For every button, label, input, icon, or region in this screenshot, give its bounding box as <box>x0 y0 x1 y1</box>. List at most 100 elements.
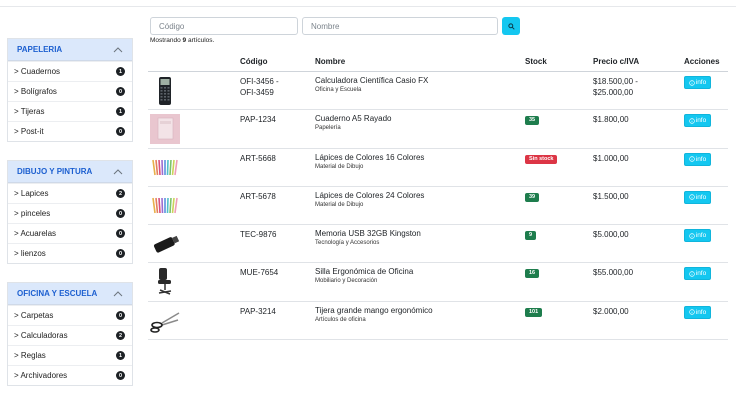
count-badge: 1 <box>116 351 125 360</box>
stock-badge: Sin stock <box>525 154 558 164</box>
product-price: $1.000,00 <box>593 153 629 163</box>
product-category: Papelería <box>315 125 341 132</box>
product-name: Cuaderno A5 Rayado <box>315 114 392 124</box>
product-category: Oficina y Escuela <box>315 87 362 93</box>
header-name: Nombre <box>315 57 346 66</box>
header-price: Precio c/IVA <box>593 57 640 66</box>
info-circle-icon <box>689 271 695 277</box>
table-row: ART-5668 Lápices de Colores 16 Colores Ma… <box>148 149 728 187</box>
calculator-image <box>159 77 171 105</box>
colored-pencils-image <box>152 197 178 213</box>
sidebar-item[interactable]: > Lapices 2 <box>8 183 132 203</box>
category-sidebar: PAPELERIA > Cuadernos 1 > Bolígrafos 0 > T… <box>7 38 133 400</box>
product-name: Memoria USB 32GB Kingston <box>315 229 421 239</box>
product-price: $1.800,00 <box>593 115 629 125</box>
table-row: PAP-3214 Tijera grande mango ergonómico A… <box>148 302 728 341</box>
count-badge: 1 <box>116 107 125 116</box>
sidebar-item[interactable]: > Archivadores 0 <box>8 365 132 385</box>
office-chair-image <box>158 268 172 296</box>
count-badge: 0 <box>116 249 125 258</box>
code-search-input[interactable] <box>150 17 298 35</box>
product-category: Material de Dibujo <box>315 201 364 208</box>
category-papeleria: PAPELERIA > Cuadernos 1 > Bolígrafos 0 > T… <box>7 38 133 142</box>
info-circle-icon <box>689 156 695 162</box>
sidebar-item[interactable]: > pinceles 0 <box>8 203 132 223</box>
info-circle-icon <box>689 194 695 201</box>
notebook-image <box>150 114 180 145</box>
info-button[interactable]: info <box>684 305 711 319</box>
product-name: Calculadora Científica Casio FX <box>315 76 429 85</box>
header-stock: Stock <box>525 57 547 66</box>
info-circle-icon <box>689 79 695 86</box>
info-button[interactable]: info <box>684 229 711 243</box>
sidebar-item[interactable]: > Acuarelas 0 <box>8 223 132 243</box>
product-category: Mobiliario y Decoración <box>315 278 378 285</box>
product-name: Silla Ergonómica de Oficina <box>315 267 414 277</box>
count-badge: 2 <box>116 189 125 198</box>
category-dibujo-y-pintura: DIBUJO Y PINTURA > Lapices 2 > pinceles 0 … <box>7 160 133 264</box>
product-code: ART-5678 <box>240 191 276 201</box>
product-code: ART-5668 <box>240 153 276 163</box>
chevron-up-icon <box>113 168 123 174</box>
info-circle-icon <box>689 232 695 239</box>
table-header: Código Nombre Stock Precio c/IVA Accione… <box>148 52 728 72</box>
info-button[interactable]: info <box>684 114 711 128</box>
product-code: OFI-3456 - <box>240 77 279 86</box>
product-code: PAP-1234 <box>240 115 276 125</box>
product-price: $25.000,00 <box>593 88 634 97</box>
count-badge: 0 <box>116 87 125 96</box>
sidebar-item[interactable]: > Bolígrafos 0 <box>8 81 132 101</box>
products-table: Código Nombre Stock Precio c/IVA Accione… <box>148 52 728 341</box>
category-header[interactable]: PAPELERIA <box>8 39 132 61</box>
sidebar-item[interactable]: > Calculadoras 2 <box>8 325 132 345</box>
search-icon <box>507 22 515 30</box>
top-divider <box>0 6 736 7</box>
colored-pencils-image <box>152 159 178 175</box>
count-badge: 0 <box>116 209 125 218</box>
sidebar-item[interactable]: > lienzos 0 <box>8 243 132 263</box>
info-button[interactable]: info <box>684 190 711 204</box>
category-oficina-y-escuela: OFICINA Y ESCUELA > Carpetas 0 > Calculad… <box>7 282 133 386</box>
sidebar-item[interactable]: > Post-it 0 <box>8 121 132 141</box>
product-category: Artículos de oficina <box>315 316 366 323</box>
product-name: Lápices de Colores 16 Colores <box>315 152 425 162</box>
stock-badge: 39 <box>525 192 540 202</box>
product-price: $5.000,00 <box>593 230 629 240</box>
table-row: TEC-9876 Memoria USB 32GB Kingston Tecnol… <box>148 225 728 264</box>
info-circle-icon <box>689 309 695 315</box>
sidebar-item[interactable]: > Carpetas 0 <box>8 305 132 325</box>
table-row: PAP-1234 Cuaderno A5 Rayado Papelería 35 … <box>148 110 728 149</box>
count-badge: 0 <box>116 127 125 136</box>
stock-badge: 35 <box>525 116 540 126</box>
product-code: MUE-7654 <box>240 268 279 278</box>
product-category: Tecnología y Accesorios <box>315 240 380 247</box>
product-price: $1.500,00 <box>593 191 629 201</box>
table-row: MUE-7654 Silla Ergonómica de Oficina Mobi… <box>148 263 728 302</box>
category-header[interactable]: DIBUJO Y PINTURA <box>8 161 132 183</box>
sidebar-item[interactable]: > Reglas 1 <box>8 345 132 365</box>
sidebar-item[interactable]: > Cuadernos 1 <box>8 61 132 81</box>
info-button[interactable]: info <box>684 76 711 89</box>
usb-drive-image <box>153 236 180 253</box>
sidebar-item[interactable]: > Tijeras 1 <box>8 101 132 121</box>
search-button[interactable] <box>502 17 520 35</box>
stock-badge: 16 <box>525 269 540 279</box>
count-badge: 0 <box>116 371 125 380</box>
table-row: ART-5678 Lápices de Colores 24 Colores Ma… <box>148 187 728 226</box>
stock-badge: 9 <box>525 231 537 241</box>
info-button[interactable]: info <box>684 267 711 281</box>
info-button[interactable]: info <box>684 152 711 166</box>
results-count: 9 <box>182 37 187 44</box>
category-header[interactable]: OFICINA Y ESCUELA <box>8 283 132 305</box>
count-badge: 0 <box>116 311 125 320</box>
chevron-up-icon <box>113 290 123 296</box>
header-code: Código <box>240 57 268 66</box>
name-search-input[interactable] <box>302 17 498 35</box>
product-category: Material de Dibujo <box>315 163 364 170</box>
product-price: $2.000,00 <box>593 306 629 316</box>
product-code: PAP-3214 <box>240 306 276 316</box>
product-code: OFI-3459 <box>240 88 274 97</box>
scissors-image <box>150 312 180 333</box>
product-code: TEC-9876 <box>240 230 277 240</box>
count-badge: 2 <box>116 331 125 340</box>
